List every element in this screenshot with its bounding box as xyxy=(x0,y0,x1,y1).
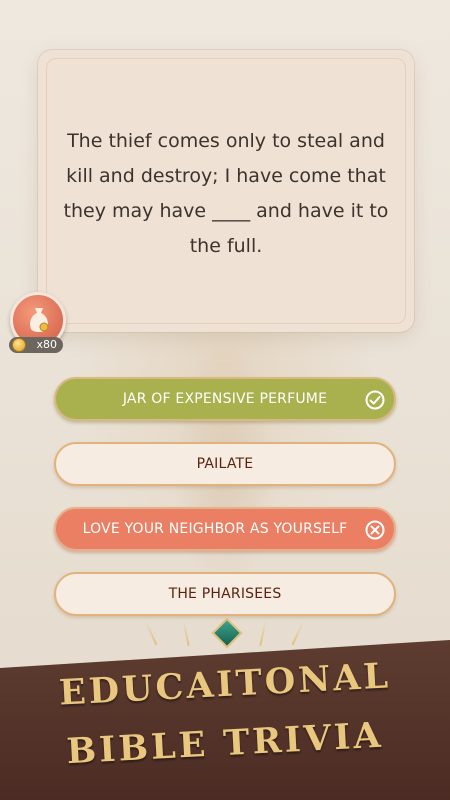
option-1[interactable]: JAR OF EXPENSIVE PERFUME xyxy=(54,377,396,421)
option-label: JAR OF EXPENSIVE PERFUME xyxy=(122,391,328,407)
check-circle-icon xyxy=(365,390,385,410)
money-bag-icon xyxy=(30,308,49,332)
coin-icon xyxy=(12,338,26,352)
option-2[interactable]: PAILATE xyxy=(54,442,396,486)
x-circle-icon xyxy=(365,520,385,540)
question-text: The thief comes only to steal and kill a… xyxy=(63,130,389,257)
option-label: LOVE YOUR NEIGHBOR AS YOURSELF xyxy=(82,521,348,537)
option-label: THE PHARISEES xyxy=(168,586,282,602)
option-4[interactable]: THE PHARISEES xyxy=(54,572,396,616)
option-3[interactable]: LOVE YOUR NEIGHBOR AS YOURSELF xyxy=(54,507,396,551)
option-label: PAILATE xyxy=(196,456,254,472)
